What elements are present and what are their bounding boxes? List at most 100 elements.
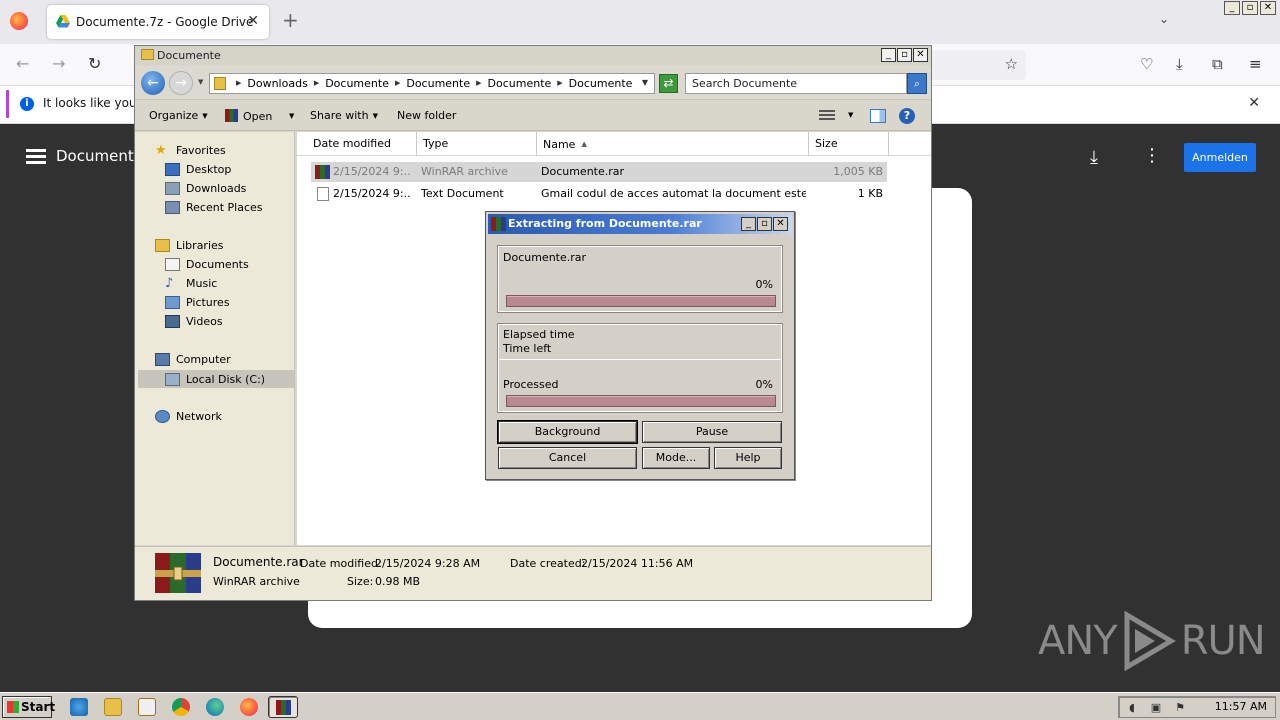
explorer-minimize-button[interactable]: _: [881, 48, 896, 62]
network-tray-icon[interactable]: ▣: [1149, 701, 1163, 715]
breadcrumb-separator-icon[interactable]: ▶: [476, 77, 481, 90]
change-view-icon[interactable]: [819, 110, 835, 122]
clock[interactable]: 11:57 AM: [1215, 700, 1267, 713]
chrome-icon[interactable]: [172, 698, 190, 716]
extensions-icon[interactable]: ⧉: [1212, 55, 1223, 73]
breadcrumb-trail: ▶ Downloads ▶ Documente ▶ Documente ▶ Do…: [236, 77, 632, 90]
close-window-button[interactable]: ✕: [1260, 1, 1276, 15]
media-player-icon[interactable]: [138, 698, 156, 716]
file-row[interactable]: 2/15/2024 9:... WinRAR archive Documente…: [311, 162, 887, 182]
column-type[interactable]: Type: [417, 132, 537, 156]
network-icon: [155, 410, 170, 423]
downloads-folder-icon: [165, 182, 180, 195]
column-size[interactable]: Size: [809, 132, 889, 156]
organize-button[interactable]: Organize ▼: [149, 109, 208, 122]
details-date-created: 2/15/2024 11:56 AM: [581, 557, 694, 570]
history-dropdown-icon[interactable]: ▼: [198, 78, 203, 86]
nav-computer[interactable]: Computer: [155, 351, 231, 368]
elapsed-time-label: Elapsed time: [503, 328, 575, 341]
column-date-modified[interactable]: Date modified: [307, 132, 417, 156]
explorer-back-icon[interactable]: ←: [141, 71, 165, 95]
breadcrumb[interactable]: ▶ Downloads ▶ Documente ▶ Documente ▶ Do…: [209, 73, 655, 94]
downloads-icon[interactable]: ⤓: [1176, 55, 1183, 73]
url-bar[interactable]: ☆: [930, 50, 1026, 80]
breadcrumb-separator-icon[interactable]: ▶: [314, 77, 319, 90]
file-row[interactable]: 2/15/2024 9:... Text Document Gmail codu…: [311, 184, 887, 204]
edge-icon[interactable]: [206, 698, 224, 716]
drive-more-options-icon[interactable]: ⋮: [1143, 147, 1161, 165]
share-with-button[interactable]: Share with ▼: [310, 109, 378, 122]
new-tab-button[interactable]: +: [282, 10, 299, 30]
volume-icon[interactable]: ◖: [1125, 701, 1139, 715]
search-icon[interactable]: ⌕: [907, 73, 927, 94]
preview-pane-icon[interactable]: [870, 109, 886, 123]
action-center-flag-icon[interactable]: ⚑: [1173, 701, 1187, 715]
breadcrumb-separator-icon[interactable]: ▶: [395, 77, 400, 90]
breadcrumb-item[interactable]: Downloads: [247, 77, 307, 90]
explorer-close-button[interactable]: ✕: [913, 48, 928, 62]
nav-documents[interactable]: Documents: [165, 256, 249, 273]
nav-pictures[interactable]: Pictures: [165, 294, 230, 311]
notification-close-icon[interactable]: ✕: [1248, 95, 1260, 111]
breadcrumb-separator-icon[interactable]: ▶: [557, 77, 562, 90]
breadcrumb-separator-icon[interactable]: ▶: [236, 77, 241, 90]
firefox-taskbar-icon[interactable]: [240, 698, 258, 716]
desktop-icon: [165, 163, 180, 176]
winrar-title-bar[interactable]: Extracting from Documente.rar _ ▫ ✕: [488, 214, 792, 234]
menu-hamburger-icon[interactable]: ≡: [1249, 55, 1262, 73]
details-pane: Documente.rar WinRAR archive Date modifi…: [135, 546, 931, 600]
nav-network[interactable]: Network: [155, 408, 222, 425]
nav-downloads[interactable]: Downloads: [165, 180, 246, 197]
open-button[interactable]: Open: [225, 109, 272, 123]
tab-close-icon[interactable]: ✕: [247, 13, 259, 29]
open-dropdown-icon[interactable]: ▼: [285, 109, 294, 122]
new-folder-button[interactable]: New folder: [397, 109, 456, 122]
drive-download-icon[interactable]: ⤓: [1090, 147, 1098, 168]
file-explorer-icon[interactable]: [104, 698, 122, 716]
view-dropdown-icon[interactable]: ▼: [848, 111, 853, 119]
back-arrow-icon[interactable]: ←: [16, 54, 29, 73]
search-placeholder: Search Documente: [692, 77, 798, 90]
nav-music[interactable]: ♪ Music: [165, 275, 217, 292]
internet-explorer-icon[interactable]: [70, 698, 88, 716]
minimize-window-button[interactable]: _: [1224, 1, 1240, 15]
winrar-minimize-button[interactable]: _: [741, 217, 756, 231]
reload-icon[interactable]: ↻: [88, 54, 101, 73]
winrar-icon: [276, 700, 291, 715]
help-icon[interactable]: ?: [899, 108, 915, 124]
nav-local-disk[interactable]: Local Disk (C:): [138, 370, 294, 388]
sign-in-button[interactable]: Anmelden: [1184, 143, 1256, 172]
bookmark-star-icon[interactable]: ☆: [1005, 55, 1018, 73]
background-button[interactable]: Background: [497, 420, 638, 444]
address-dropdown-icon[interactable]: ▼: [642, 78, 648, 87]
nav-recent-places[interactable]: Recent Places: [165, 199, 263, 216]
restore-window-button[interactable]: ▫: [1242, 1, 1258, 15]
nav-favorites[interactable]: ★ Favorites: [155, 142, 226, 159]
breadcrumb-item[interactable]: Documente: [569, 77, 633, 90]
info-icon: i: [20, 97, 34, 111]
pause-button[interactable]: Pause: [642, 421, 782, 443]
breadcrumb-item[interactable]: Documente: [488, 77, 552, 90]
breadcrumb-item[interactable]: Documente: [406, 77, 470, 90]
winrar-taskbar-button[interactable]: [268, 696, 298, 718]
winrar-close-button[interactable]: ✕: [773, 217, 788, 231]
nav-libraries[interactable]: Libraries: [155, 237, 224, 254]
winrar-maximize-button[interactable]: ▫: [757, 217, 772, 231]
nav-desktop[interactable]: Desktop: [165, 161, 231, 178]
explorer-maximize-button[interactable]: ▫: [897, 48, 912, 62]
browser-tab-active[interactable]: Documente.7z - Google Drive ✕: [47, 5, 269, 39]
nav-videos[interactable]: Videos: [165, 313, 223, 330]
column-name[interactable]: Name ▲: [537, 132, 809, 156]
search-input[interactable]: Search Documente: [685, 73, 907, 94]
help-button[interactable]: Help: [714, 447, 782, 469]
list-all-tabs-icon[interactable]: ⌄: [1159, 12, 1169, 26]
mode-button[interactable]: Mode...: [642, 447, 710, 469]
breadcrumb-item[interactable]: Documente: [325, 77, 389, 90]
start-button[interactable]: Start: [2, 696, 55, 718]
refresh-icon[interactable]: ⇄: [659, 74, 678, 93]
cancel-button[interactable]: Cancel: [498, 447, 637, 469]
explorer-title-bar[interactable]: Documente _ ▫ ✕: [135, 46, 931, 65]
forward-arrow-icon[interactable]: →: [52, 54, 65, 73]
explorer-forward-icon[interactable]: →: [169, 71, 193, 95]
pocket-icon[interactable]: ♡: [1140, 55, 1153, 73]
